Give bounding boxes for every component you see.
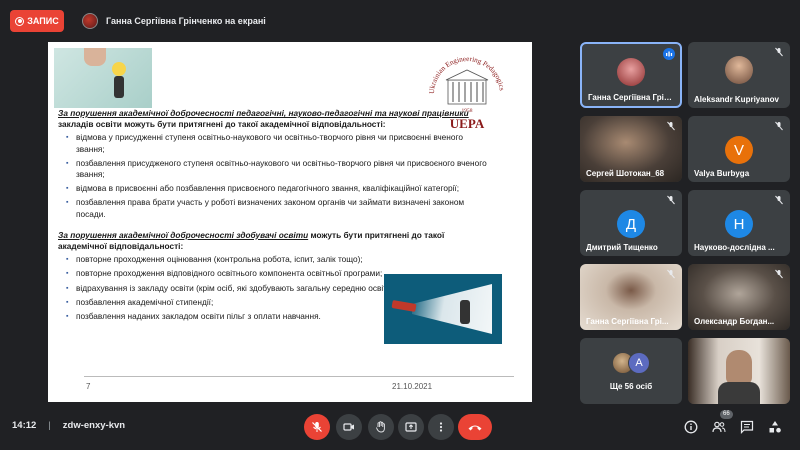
sec2-item: повторне проходження оцінювання (контрол… (66, 254, 388, 265)
participant-name: Олександр Богдан... (694, 317, 775, 326)
participant-tile[interactable]: Д Дмитрий Тищенко (580, 190, 682, 256)
sec2-intro: За порушення академічної доброчесності з… (58, 229, 445, 252)
present-screen-button[interactable] (398, 414, 424, 440)
participant-tile[interactable] (688, 338, 790, 404)
sec1-item: позбавлення присудженого ступеня освітнь… (66, 158, 488, 180)
participants-count-badge: 66 (720, 410, 733, 419)
more-vert-icon (439, 422, 443, 432)
participant-avatar: Н (725, 210, 753, 238)
participant-avatar: V (725, 136, 753, 164)
raise-hand-button[interactable] (368, 414, 394, 440)
chat-icon (740, 420, 754, 434)
sec1-item: позбавлення права брати участь у роботі … (66, 197, 488, 219)
sec2-item: повторне проходження відповідного освітн… (66, 268, 388, 279)
meeting-details-button[interactable] (682, 418, 700, 436)
chat-button[interactable] (738, 418, 756, 436)
presenter-avatar (82, 13, 98, 29)
camera-icon (343, 423, 354, 431)
shapes-icon (769, 421, 781, 433)
participant-name: Дмитрий Тищенко (586, 243, 658, 252)
leave-call-button[interactable] (458, 414, 492, 440)
participant-name: Ганна Сергіївна Грін... (588, 93, 674, 102)
speaking-icon (663, 48, 675, 60)
sec1-list: відмова у присудженні ступеня освітньо-н… (58, 132, 488, 219)
hang-up-icon (468, 425, 482, 431)
more-participants-avatars: А (612, 352, 652, 374)
clock: 14:12 (12, 420, 37, 431)
activities-button[interactable] (766, 418, 784, 436)
presenter-banner: Ганна Сергіївна Грінченко на екрані (76, 8, 782, 34)
participant-tile[interactable]: Ганна Сергіївна Грі... (580, 264, 682, 330)
meeting-code: zdw-enxy-kvn (62, 420, 126, 431)
record-indicator[interactable]: ЗАПИС (10, 10, 64, 32)
participant-tile[interactable]: Олександр Богдан... (688, 264, 790, 330)
participants-button[interactable] (710, 418, 728, 436)
hand-icon (376, 421, 385, 433)
mic-toggle-button[interactable] (304, 414, 330, 440)
camera-toggle-button[interactable] (336, 414, 362, 440)
slide-illustration-flashlight (384, 274, 502, 344)
participant-avatar: Д (617, 210, 645, 238)
separator: | (48, 420, 51, 431)
sec2-list: повторне проходження оцінювання (контрол… (58, 254, 388, 280)
sec1-item: відмова у присудженні ступеня освітньо-н… (66, 132, 488, 154)
sec1-item: відмова в присвоєнні або позбавлення при… (66, 183, 488, 194)
record-dot-icon (15, 16, 25, 26)
participant-tile[interactable]: Н Науково-дослідна ... (688, 190, 790, 256)
mic-off-icon (312, 422, 322, 432)
participant-tile[interactable]: Aleksandr Kupriyanov (688, 42, 790, 108)
mic-off-icon (665, 268, 677, 280)
present-icon (405, 422, 417, 432)
meet-window: ЗАПИС Ганна Сергіївна Грінченко на екран… (0, 0, 800, 450)
participant-avatar (617, 58, 645, 86)
slide-footer-divider (84, 376, 514, 377)
participant-name: Сергей Шотокан_68 (586, 169, 665, 178)
participant-name: Науково-дослідна ... (694, 243, 775, 252)
mic-off-icon (665, 194, 677, 206)
record-label: ЗАПИС (27, 16, 59, 26)
presentation-slide: Ukrainian Engineering Pedagogics Academy… (48, 42, 532, 402)
participant-name: Aleksandr Kupriyanov (694, 95, 779, 104)
participant-tile[interactable]: Ганна Сергіївна Грін... (580, 42, 682, 108)
more-participants-label: Ще 56 осіб (609, 382, 653, 391)
participant-name: Valya Burbyga (694, 169, 750, 178)
participant-tile[interactable]: V Valya Burbyga (688, 116, 790, 182)
mic-off-icon (773, 46, 785, 58)
more-options-button[interactable] (428, 414, 454, 440)
more-participants-tile[interactable]: А Ще 56 осіб (580, 338, 682, 404)
slide-page-number: 7 (86, 382, 91, 391)
presenter-text: Ганна Сергіївна Грінченко на екрані (106, 16, 266, 26)
slide-illustration-lightbulb (54, 48, 152, 108)
mic-off-icon (773, 120, 785, 132)
participant-tile[interactable]: Сергей Шотокан_68 (580, 116, 682, 182)
participant-name: Ганна Сергіївна Грі... (586, 317, 669, 326)
mic-off-icon (773, 194, 785, 206)
slide-date: 21.10.2021 (392, 382, 433, 391)
sec1-intro: За порушення академічної доброчесності п… (58, 108, 469, 130)
people-icon (712, 421, 726, 433)
meeting-info: 14:12 | zdw-enxy-kvn (12, 420, 125, 431)
mic-off-icon (665, 120, 677, 132)
participant-avatar (725, 56, 753, 84)
info-icon (684, 420, 698, 434)
mic-off-icon (773, 268, 785, 280)
